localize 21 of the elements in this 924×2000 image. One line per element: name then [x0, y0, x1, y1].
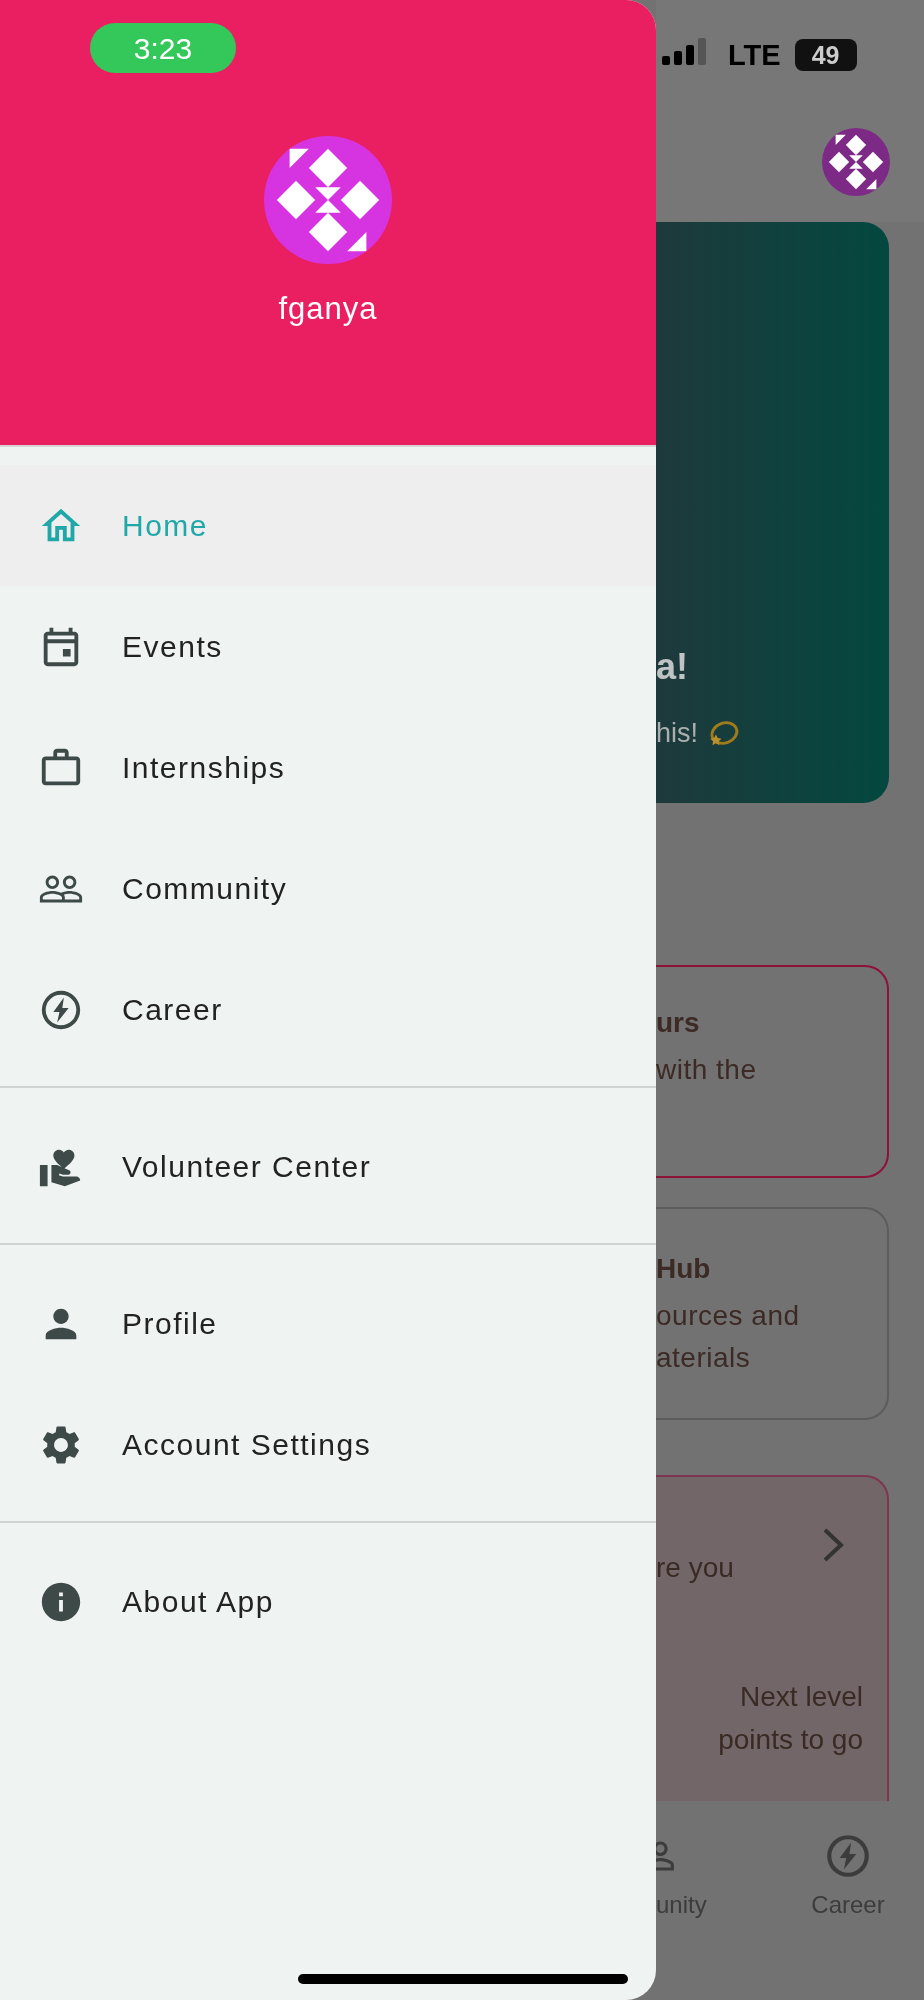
card-title: urs: [656, 1006, 701, 1040]
drawer-item[interactable]: Volunteer Center: [0, 1106, 656, 1227]
drawer-item[interactable]: Career: [0, 949, 656, 1070]
card-text: with the: [656, 1053, 758, 1088]
drawer-item[interactable]: Internships: [0, 707, 656, 828]
next-level-label: Next level: [739, 1680, 863, 1714]
card-text: re you: [656, 1551, 735, 1585]
welcome-subtitle: his!: [656, 716, 699, 750]
points-remaining: points to go: [717, 1723, 863, 1758]
battery-level: 49: [794, 39, 857, 71]
drawer-item[interactable]: Profile: [0, 1263, 656, 1384]
card-text: ources and aterials: [656, 1299, 801, 1376]
drawer-item[interactable]: Events: [0, 586, 656, 707]
username: fganya: [278, 290, 378, 328]
network-label: LTE: [728, 40, 781, 70]
drawer-item[interactable]: About App: [0, 1541, 656, 1662]
card-title: Hub: [656, 1252, 712, 1286]
drawer-item[interactable]: Community: [0, 828, 656, 949]
welcome-title: a!: [656, 645, 689, 689]
status-time: 3:23: [90, 23, 236, 73]
drawer-item[interactable]: Account Settings: [0, 1384, 656, 1505]
